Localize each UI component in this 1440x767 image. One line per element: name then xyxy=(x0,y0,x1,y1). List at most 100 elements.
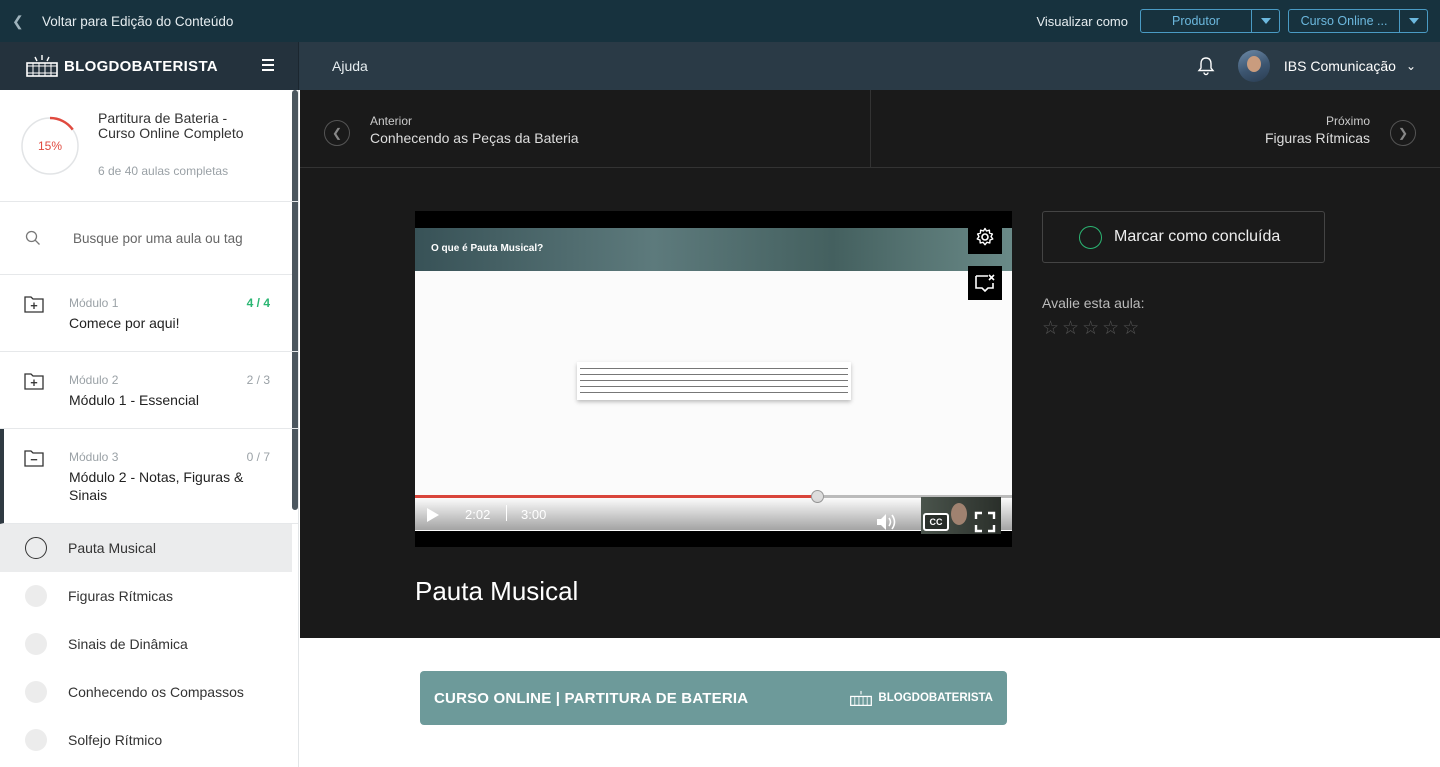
video-frame xyxy=(415,271,1012,531)
comment-close-icon xyxy=(975,274,995,293)
logo-area: BLOGDOBATERISTA xyxy=(0,42,299,90)
course-dropdown[interactable]: Curso Online ... xyxy=(1288,9,1428,33)
role-dropdown-value: Produtor xyxy=(1172,14,1220,28)
star-icon[interactable]: ☆ xyxy=(1062,319,1079,339)
role-dropdown-toggle[interactable] xyxy=(1251,10,1279,32)
view-as-controls: Visualizar como Produtor Curso Online ..… xyxy=(1036,9,1440,33)
logo-text: BLOGDOBATERISTA xyxy=(64,57,218,75)
sidebar: 15% Partitura de Bateria - Curso Online … xyxy=(0,90,299,767)
next-label: Próximo xyxy=(1325,114,1370,128)
folder-plus-icon xyxy=(24,373,44,390)
previous-lesson-title: Conhecendo as Peças da Bateria xyxy=(370,130,579,146)
lesson-status-circle xyxy=(25,537,47,559)
search-input[interactable] xyxy=(73,230,273,246)
search-icon xyxy=(25,230,40,245)
star-icon[interactable]: ☆ xyxy=(1042,319,1059,339)
back-to-edit-link[interactable]: ❮ Voltar para Edição do Conteúdo xyxy=(0,13,233,30)
rating-label: Avalie esta aula: xyxy=(1042,295,1145,311)
course-summary: 15% Partitura de Bateria - Curso Online … xyxy=(0,90,298,202)
bell-icon[interactable] xyxy=(1196,56,1216,76)
banner-logo: BLOGDOBATERISTA xyxy=(850,690,993,707)
lesson-title: Conhecendo os Compassos xyxy=(68,684,244,700)
next-lesson-title: Figuras Rítmicas xyxy=(1264,130,1370,146)
star-icon[interactable]: ☆ xyxy=(1122,319,1139,339)
role-dropdown[interactable]: Produtor xyxy=(1140,9,1280,33)
rating-stars: ☆ ☆ ☆ ☆ ☆ xyxy=(1042,319,1139,339)
folder-minus-icon xyxy=(24,450,44,467)
lesson-status-circle xyxy=(25,633,47,655)
course-dropdown-value: Curso Online ... xyxy=(1300,14,1388,28)
drum-logo-icon xyxy=(850,690,873,706)
play-button[interactable] xyxy=(427,508,439,522)
video-title-strip: O que é Pauta Musical? xyxy=(415,228,1012,271)
star-icon[interactable]: ☆ xyxy=(1102,319,1119,339)
help-link[interactable]: Ajuda xyxy=(332,58,368,74)
lesson-item[interactable]: Conhecendo os Compassos xyxy=(0,668,298,716)
star-icon[interactable]: ☆ xyxy=(1082,319,1099,339)
lesson-navigation: ❮ Anterior Conhecendo as Peças da Bateri… xyxy=(300,90,1440,168)
music-staff-image xyxy=(577,362,851,400)
banner-logo-text: BLOGDOBATERISTA xyxy=(878,692,993,704)
chevron-down-icon[interactable]: ⌄ xyxy=(1406,59,1416,73)
previous-lesson-link[interactable]: ❮ Anterior Conhecendo as Peças da Bateri… xyxy=(300,90,871,167)
lesson-status-circle xyxy=(25,585,47,607)
module-item[interactable]: Módulo 2 Módulo 1 - Essencial 2 / 3 xyxy=(0,352,298,429)
lesson-title: Solfejo Rítmico xyxy=(68,732,163,748)
chevron-left-icon: ❮ xyxy=(324,120,350,146)
video-overlay-title: O que é Pauta Musical? xyxy=(431,243,544,254)
video-duration: 3:00 xyxy=(521,507,547,522)
mark-complete-button[interactable]: Marcar como concluída xyxy=(1042,211,1325,263)
module-progress-count: 0 / 7 xyxy=(246,450,270,464)
main-header: BLOGDOBATERISTA Ajuda IBS Comunicação ⌄ xyxy=(0,42,1440,90)
view-as-label: Visualizar como xyxy=(1036,13,1128,29)
previous-label: Anterior xyxy=(370,114,413,128)
module-item-active[interactable]: Módulo 3 Módulo 2 - Notas, Figuras & Sin… xyxy=(0,429,298,524)
hamburger-menu-icon[interactable] xyxy=(262,59,274,74)
check-circle-icon xyxy=(1079,225,1102,249)
fullscreen-icon[interactable] xyxy=(974,511,996,533)
course-title: Partitura de Bateria - Curso Online Comp… xyxy=(98,110,244,141)
video-player[interactable]: O que é Pauta Musical? 2:02 3:00 CC xyxy=(415,211,1012,547)
module-number: Módulo 2 xyxy=(69,373,119,387)
lesson-title: Sinais de Dinâmica xyxy=(68,636,188,652)
drum-logo-icon xyxy=(26,55,58,77)
back-label: Voltar para Edição do Conteúdo xyxy=(42,13,234,29)
volume-icon[interactable] xyxy=(875,512,901,532)
mark-complete-label: Marcar como concluída xyxy=(1114,228,1281,245)
lesson-item[interactable]: Figuras Rítmicas xyxy=(0,572,298,620)
module-progress-count: 2 / 3 xyxy=(246,373,270,387)
lesson-title: Pauta Musical xyxy=(68,540,156,556)
lesson-status-circle xyxy=(25,729,47,751)
header-right: IBS Comunicação ⌄ xyxy=(1196,50,1440,82)
lesson-search xyxy=(0,202,298,275)
module-progress-count: 4 / 4 xyxy=(246,296,270,310)
user-name[interactable]: IBS Comunicação xyxy=(1284,58,1396,74)
top-bar: ❮ Voltar para Edição do Conteúdo Visuali… xyxy=(0,0,1440,42)
video-settings-button[interactable] xyxy=(968,220,1002,254)
banner-text: CURSO ONLINE | PARTITURA DE BATERIA xyxy=(434,689,749,707)
video-feedback-button[interactable] xyxy=(968,266,1002,300)
course-dropdown-toggle[interactable] xyxy=(1399,10,1427,32)
captions-button[interactable]: CC xyxy=(923,513,949,531)
chevron-left-icon: ❮ xyxy=(12,12,24,29)
lesson-item-current[interactable]: Pauta Musical xyxy=(0,524,292,572)
course-progress-ring: 15% xyxy=(20,116,80,176)
avatar[interactable] xyxy=(1237,50,1270,82)
chevron-right-icon: ❯ xyxy=(1390,120,1416,146)
gear-icon xyxy=(976,227,994,246)
lesson-title: Figuras Rítmicas xyxy=(68,588,174,604)
lesson-heading: Pauta Musical xyxy=(415,576,579,606)
caret-down-icon xyxy=(1408,18,1419,24)
module-item[interactable]: Módulo 1 Comece por aqui! 4 / 4 xyxy=(0,275,298,352)
lesson-item[interactable]: Solfejo Rítmico xyxy=(0,716,298,764)
module-title: Comece por aqui! xyxy=(69,315,180,331)
module-title: Módulo 1 - Essencial xyxy=(69,392,199,408)
time-separator xyxy=(506,505,507,521)
lesson-status-circle xyxy=(25,681,47,703)
lesson-item[interactable]: Sinais de Dinâmica xyxy=(0,620,298,668)
next-lesson-link[interactable]: Próximo Figuras Rítmicas ❯ xyxy=(871,90,1440,167)
module-title: Módulo 2 - Notas, Figuras & Sinais xyxy=(69,469,244,503)
module-number: Módulo 1 xyxy=(69,296,119,310)
folder-plus-icon xyxy=(24,296,44,313)
caret-down-icon xyxy=(1260,18,1271,24)
